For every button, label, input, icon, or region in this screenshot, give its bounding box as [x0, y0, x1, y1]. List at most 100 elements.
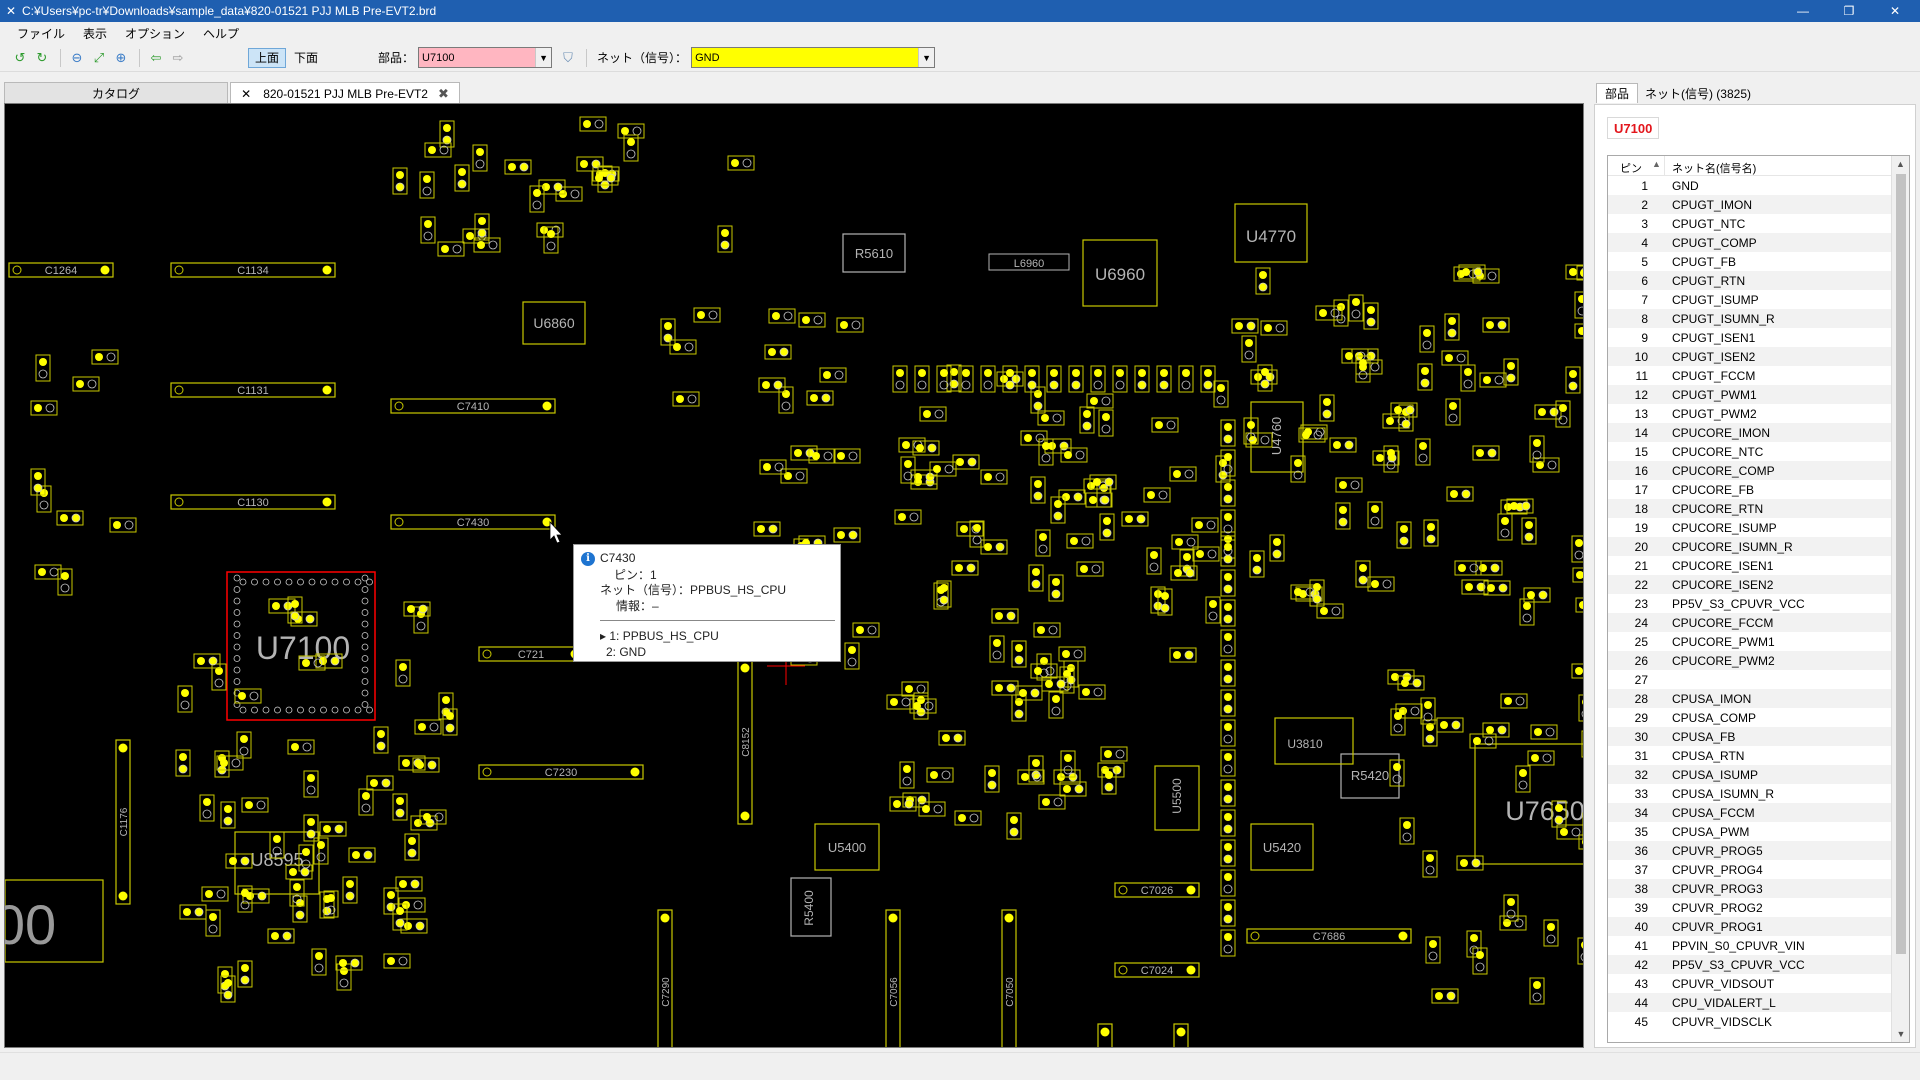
- small-component[interactable]: [1577, 937, 1584, 965]
- pin-row[interactable]: 21 CPUCORE_ISEN1: [1608, 556, 1892, 575]
- minimize-button[interactable]: —: [1780, 0, 1826, 22]
- pin-net-name: CPUSA_ISUMP: [1672, 767, 1759, 782]
- pin-row[interactable]: 8 CPUGT_ISUMN_R: [1608, 309, 1892, 328]
- pin-row[interactable]: 33 CPUSA_ISUMN_R: [1608, 784, 1892, 803]
- pin-net-name: CPUGT_PWM1: [1672, 387, 1757, 402]
- pin-row[interactable]: 11 CPUGT_FCCM: [1608, 366, 1892, 385]
- pin-row[interactable]: 42 PP5V_S3_CPUVR_VCC: [1608, 955, 1892, 974]
- pad: [1104, 750, 1112, 758]
- pin-row[interactable]: 40 CPUVR_PROG1: [1608, 917, 1892, 936]
- pin-row[interactable]: 29 CPUSA_COMP: [1608, 708, 1892, 727]
- small-component[interactable]: [1578, 694, 1584, 722]
- pin-net-name: PPVIN_S0_CPUVR_VIN: [1672, 938, 1805, 953]
- part-filter-icon[interactable]: ⛉: [558, 48, 578, 68]
- column-header-net[interactable]: ネット名(信号名): [1672, 160, 1756, 176]
- forward-arrow-icon[interactable]: ⇨: [168, 48, 188, 68]
- pin-row[interactable]: 13 CPUGT_PWM2: [1608, 404, 1892, 423]
- pin-row[interactable]: 12 CPUGT_PWM1: [1608, 385, 1892, 404]
- pin-row[interactable]: 32 CPUSA_ISUMP: [1608, 765, 1892, 784]
- tab-board[interactable]: ✕ 820-01521 PJJ MLB Pre-EVT2 ✖: [230, 82, 460, 104]
- pin-row[interactable]: 31 CPUSA_RTN: [1608, 746, 1892, 765]
- pin-row[interactable]: 20 CPUCORE_ISUMN_R: [1608, 537, 1892, 556]
- small-component[interactable]: [1581, 730, 1584, 758]
- zoom-fit-icon[interactable]: ⤢: [89, 48, 109, 68]
- pin-row[interactable]: 7 CPUGT_ISUMP: [1608, 290, 1892, 309]
- pad: [223, 990, 233, 1000]
- pin-row[interactable]: 26 CPUCORE_PWM2: [1608, 651, 1892, 670]
- pin-row[interactable]: 37 CPUVR_PROG4: [1608, 860, 1892, 879]
- small-component[interactable]: [1578, 834, 1584, 850]
- menu-file[interactable]: ファイル: [8, 25, 74, 42]
- board-canvas[interactable]: U7100 U7650 U8595 00 R5610 R5420 U4770 U…: [4, 103, 1584, 1048]
- pad: [676, 395, 684, 403]
- tab-parts[interactable]: 部品: [1596, 83, 1638, 103]
- pin-row[interactable]: 41 PPVIN_S0_CPUVR_VIN: [1608, 936, 1892, 955]
- pin-row[interactable]: 2 CPUGT_IMON: [1608, 195, 1892, 214]
- pin-row[interactable]: 35 CPUSA_PWM: [1608, 822, 1892, 841]
- menu-options[interactable]: オプション: [116, 25, 194, 42]
- u7650-label: U7650: [1505, 796, 1584, 826]
- maximize-button[interactable]: ❐: [1826, 0, 1872, 22]
- pad: [1173, 470, 1181, 478]
- menu-view[interactable]: 表示: [74, 25, 116, 42]
- chevron-down-icon[interactable]: ▼: [918, 48, 935, 67]
- pin-row[interactable]: 34 CPUSA_FCCM: [1608, 803, 1892, 822]
- pin-row[interactable]: 6 CPUGT_RTN: [1608, 271, 1892, 290]
- pin-row[interactable]: 39 CPUVR_PROG2: [1608, 898, 1892, 917]
- chevron-down-icon[interactable]: ▼: [535, 48, 552, 67]
- menu-help[interactable]: ヘルプ: [194, 25, 248, 42]
- tab-nets[interactable]: ネット(信号) (3825): [1640, 83, 1756, 103]
- pad: [224, 979, 232, 987]
- pin-row[interactable]: 45 CPUVR_VIDSCLK: [1608, 1012, 1892, 1031]
- pin-row[interactable]: 4 CPUGT_COMP: [1608, 233, 1892, 252]
- small-component[interactable]: [1582, 812, 1584, 840]
- pin-row[interactable]: 22 CPUCORE_ISEN2: [1608, 575, 1892, 594]
- pad: [848, 451, 858, 461]
- scroll-up-icon[interactable]: ▲: [1892, 156, 1909, 172]
- pad: [1463, 379, 1473, 389]
- pin-row[interactable]: 14 CPUCORE_IMON: [1608, 423, 1892, 442]
- pin-row[interactable]: 28 CPUSA_IMON: [1608, 689, 1892, 708]
- tab-catalog[interactable]: カタログ: [4, 82, 228, 104]
- pin-row[interactable]: 16 CPUCORE_COMP: [1608, 461, 1892, 480]
- zoom-out-icon[interactable]: ⊖: [67, 48, 87, 68]
- pin-row[interactable]: 44 CPU_VIDALERT_L: [1608, 993, 1892, 1012]
- pin-row[interactable]: 24 CPUCORE_FCCM: [1608, 613, 1892, 632]
- capacitor-label: C7430: [457, 517, 489, 529]
- part-select[interactable]: U7100 ▼: [418, 47, 553, 68]
- close-window-button[interactable]: ✕: [1872, 0, 1918, 22]
- column-header-pin[interactable]: ピン: [1620, 160, 1642, 176]
- rotate-right-icon[interactable]: ↻: [32, 48, 52, 68]
- pin-row[interactable]: 25 CPUCORE_PWM1: [1608, 632, 1892, 651]
- pin-row[interactable]: 17 CPUCORE_FB: [1608, 480, 1892, 499]
- pad: [71, 513, 81, 523]
- net-select[interactable]: GND ▼: [691, 47, 936, 68]
- pin-row[interactable]: 18 CPUCORE_RTN: [1608, 499, 1892, 518]
- pin-number: 31: [1634, 748, 1648, 763]
- pin-row[interactable]: 1 GND: [1608, 176, 1892, 195]
- pin-row[interactable]: 36 CPUVR_PROG5: [1608, 841, 1892, 860]
- pin-row[interactable]: 23 PP5V_S3_CPUVR_VCC: [1608, 594, 1892, 613]
- pin-row[interactable]: 30 CPUSA_FB: [1608, 727, 1892, 746]
- pin-row[interactable]: 19 CPUCORE_ISUMP: [1608, 518, 1892, 537]
- back-arrow-icon[interactable]: ⇦: [146, 48, 166, 68]
- pin-row[interactable]: 43 CPUVR_VIDSOUT: [1608, 974, 1892, 993]
- pin-row[interactable]: 10 CPUGT_ISEN2: [1608, 347, 1892, 366]
- pin-row[interactable]: 9 CPUGT_ISEN1: [1608, 328, 1892, 347]
- pad: [423, 813, 431, 821]
- scrollbar-thumb[interactable]: [1896, 174, 1906, 954]
- zoom-in-icon[interactable]: ⊕: [111, 48, 131, 68]
- pin-row[interactable]: 5 CPUGT_FB: [1608, 252, 1892, 271]
- top-side-button[interactable]: 上面: [248, 47, 287, 68]
- scroll-down-icon[interactable]: ▼: [1892, 1026, 1909, 1042]
- vertical-scrollbar[interactable]: ▲ ▼: [1891, 156, 1909, 1042]
- close-tab-icon[interactable]: ✖: [438, 86, 449, 102]
- pin-row[interactable]: 15 CPUCORE_NTC: [1608, 442, 1892, 461]
- bottom-side-button[interactable]: 下面: [288, 48, 324, 68]
- pin-row[interactable]: 3 CPUGT_NTC: [1608, 214, 1892, 233]
- pad: [1091, 564, 1101, 574]
- pad: [1019, 689, 1027, 697]
- rotate-left-icon[interactable]: ↺: [10, 48, 30, 68]
- pin-row[interactable]: 38 CPUVR_PROG3: [1608, 879, 1892, 898]
- pin-row[interactable]: 27: [1608, 670, 1892, 689]
